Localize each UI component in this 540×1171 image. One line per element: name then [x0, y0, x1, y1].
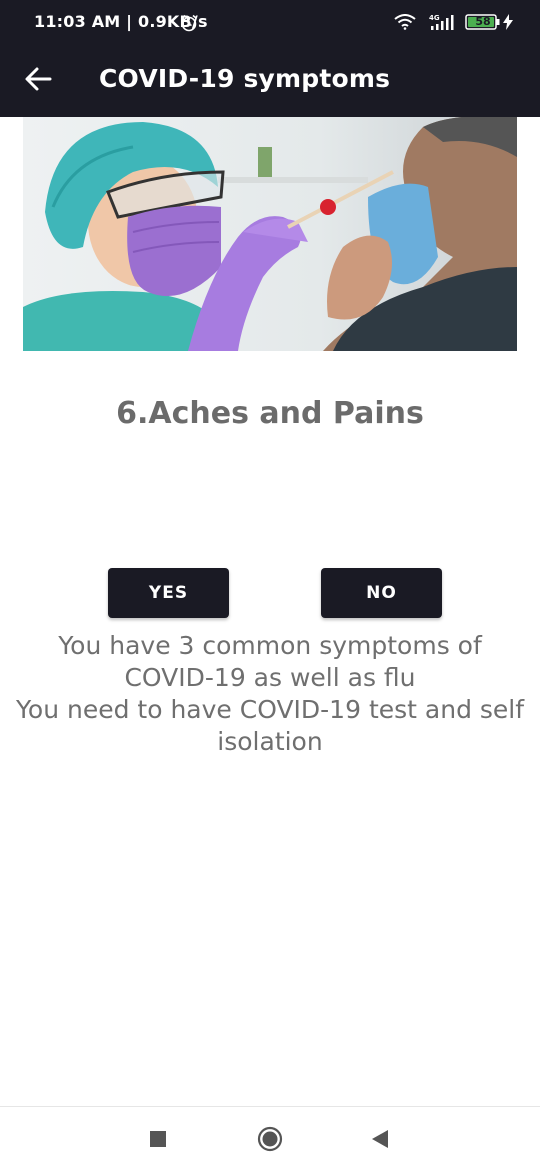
status-bar: 11:03 AM | 0.9KB/s 4G 58: [0, 0, 540, 40]
page-title: COVID-19 symptoms: [99, 64, 391, 93]
yes-button[interactable]: YES: [108, 568, 229, 618]
app-bar: COVID-19 symptoms: [0, 40, 540, 117]
navigation-bar: [0, 1106, 540, 1171]
result-line: COVID-19 as well as flu: [124, 663, 416, 692]
hero-image: [23, 117, 517, 351]
wifi-icon: [394, 14, 416, 30]
result-line: You need to have COVID-19 test and self: [15, 695, 525, 724]
battery-level: 58: [475, 15, 491, 28]
home-icon[interactable]: [257, 1126, 283, 1152]
recent-apps-icon[interactable]: [150, 1131, 166, 1147]
result-line: You have 3 common symptoms of: [58, 631, 482, 660]
signal-icon: 4G: [429, 14, 454, 30]
result-message: You have 3 common symptoms of COVID-19 a…: [0, 630, 540, 758]
charging-bolt-icon: [503, 14, 513, 30]
no-button[interactable]: NO: [321, 568, 442, 618]
back-arrow-icon[interactable]: [20, 62, 58, 96]
network-type-label: 4G: [429, 14, 440, 22]
result-line: isolation: [217, 727, 323, 756]
symptom-title: 6.Aches and Pains: [116, 396, 424, 431]
back-triangle-icon[interactable]: [371, 1129, 389, 1149]
alarm-icon: [181, 14, 197, 32]
covid-test-photo: [23, 117, 517, 351]
